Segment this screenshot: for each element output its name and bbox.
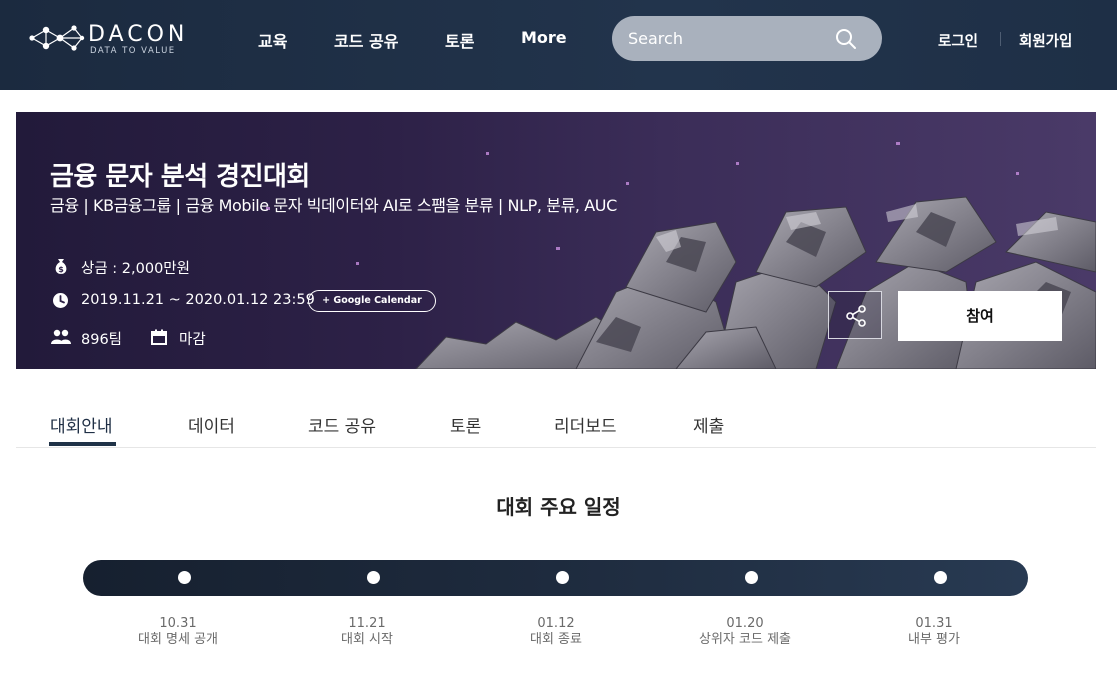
milestone-date: 01.20 bbox=[726, 616, 764, 631]
milestone-label: 내부 평가 bbox=[908, 632, 960, 647]
signup-link[interactable]: 회원가입 bbox=[1019, 30, 1072, 51]
competition-tabs: 대회안내 데이터 코드 공유 토론 리더보드 제출 bbox=[16, 400, 1096, 448]
join-button[interactable]: 참여 bbox=[898, 291, 1062, 341]
svg-text:$: $ bbox=[58, 265, 64, 274]
status-text: 마감 bbox=[179, 332, 206, 348]
active-tab-indicator bbox=[49, 442, 116, 446]
milestone-item: 11.21 대회 시작 bbox=[287, 616, 447, 648]
milestone-date: 01.12 bbox=[537, 616, 575, 631]
top-header: DACON DATA TO VALUE 교육 코드 공유 토론 More 로그인… bbox=[0, 0, 1117, 90]
milestone-date: 01.31 bbox=[915, 616, 953, 631]
prize-text: 상금 : 2,000만원 bbox=[81, 261, 190, 277]
competition-title: 금융 문자 분석 경진대회 bbox=[50, 162, 310, 192]
milestone-item: 01.31 내부 평가 bbox=[854, 616, 1014, 648]
share-icon bbox=[846, 305, 866, 327]
milestone-item: 01.20 상위자 코드 제출 bbox=[665, 616, 825, 648]
milestone-date: 11.21 bbox=[348, 616, 386, 631]
schedule-timeline bbox=[83, 560, 1028, 596]
schedule-title: 대회 주요 일정 bbox=[496, 495, 621, 519]
team-icon bbox=[51, 329, 71, 344]
milestone-item: 01.12 대회 종료 bbox=[476, 616, 636, 648]
timeline-dot bbox=[745, 571, 758, 584]
money-bag-icon: $ bbox=[55, 259, 67, 274]
milestone-label: 상위자 코드 제출 bbox=[699, 632, 791, 647]
milestone-date: 10.31 bbox=[159, 616, 197, 631]
google-calendar-button[interactable]: + Google Calendar bbox=[308, 290, 436, 312]
search-input[interactable] bbox=[628, 16, 828, 61]
clock-icon bbox=[53, 293, 68, 308]
tab-leaderboard[interactable]: 리더보드 bbox=[554, 412, 617, 437]
logo-tagline: DATA TO VALUE bbox=[90, 46, 176, 56]
nav-discussion[interactable]: 토론 bbox=[445, 28, 474, 52]
competition-subtitle: 금융 | KB금융그룹 | 금융 Mobile 문자 빅데이터와 AI로 스팸을… bbox=[50, 196, 617, 215]
network-logo-icon bbox=[29, 25, 85, 51]
timeline-dot bbox=[934, 571, 947, 584]
milestone-label: 대회 명세 공개 bbox=[137, 632, 219, 647]
timeline-dot bbox=[556, 571, 569, 584]
team-count: 896팀 bbox=[81, 332, 123, 348]
login-link[interactable]: 로그인 bbox=[938, 30, 978, 51]
nav-more[interactable]: More bbox=[521, 28, 567, 47]
nav-education[interactable]: 교육 bbox=[258, 28, 287, 52]
tab-discussion[interactable]: 토론 bbox=[450, 412, 481, 437]
milestone-label: 대회 종료 bbox=[530, 632, 582, 647]
share-button[interactable] bbox=[828, 291, 882, 339]
search-icon[interactable] bbox=[835, 28, 857, 50]
competition-banner: 금융 문자 분석 경진대회 금융 | KB금융그룹 | 금융 Mobile 문자… bbox=[16, 112, 1096, 369]
milestone-label: 대회 시작 bbox=[341, 632, 393, 647]
tab-overview[interactable]: 대회안내 bbox=[50, 412, 113, 437]
milestone-item: 10.31 대회 명세 공개 bbox=[98, 616, 258, 648]
nav-code-share[interactable]: 코드 공유 bbox=[334, 28, 398, 52]
dacon-logo[interactable]: DACON DATA TO VALUE bbox=[28, 20, 198, 60]
logo-text: DACON bbox=[88, 22, 189, 47]
auth-divider bbox=[1000, 32, 1001, 46]
calendar-icon bbox=[151, 329, 167, 345]
tab-code-share[interactable]: 코드 공유 bbox=[308, 412, 376, 437]
tab-submission[interactable]: 제출 bbox=[693, 412, 724, 437]
tab-data[interactable]: 데이터 bbox=[188, 412, 235, 437]
timeline-dot bbox=[367, 571, 380, 584]
period-text: 2019.11.21 ~ 2020.01.12 23:59 bbox=[81, 292, 315, 308]
timeline-dot bbox=[178, 571, 191, 584]
